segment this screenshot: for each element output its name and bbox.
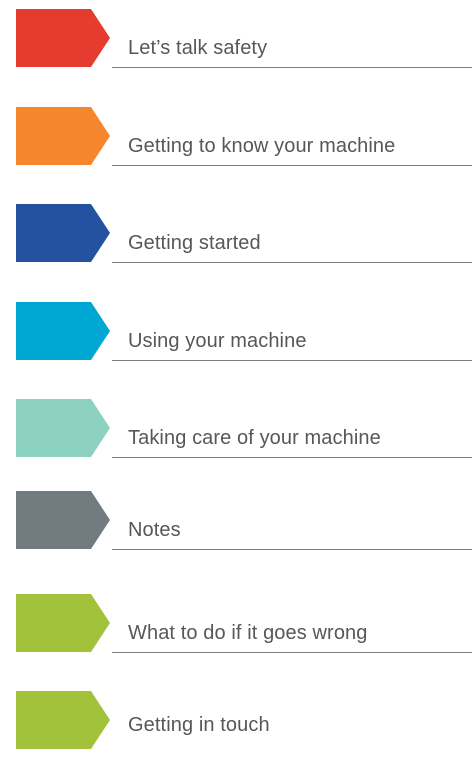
- toc-item-getting-in-touch[interactable]: Getting in touch: [0, 691, 472, 761]
- toc-item-using-your-machine[interactable]: Using your machine: [0, 302, 472, 372]
- toc-item-taking-care-of-your-machine[interactable]: Taking care of your machine: [0, 399, 472, 469]
- toc-item-label: Getting to know your machine: [128, 135, 396, 157]
- section-tab-icon: [16, 9, 110, 67]
- toc-item-label: Using your machine: [128, 330, 307, 352]
- toc-item-label: Notes: [128, 519, 181, 541]
- divider: [112, 67, 472, 68]
- section-tab-icon: [16, 491, 110, 549]
- section-tab-icon: [16, 302, 110, 360]
- toc-item-lets-talk-safety[interactable]: Let’s talk safety: [0, 9, 472, 79]
- divider: [112, 360, 472, 361]
- toc-item-what-to-do-if-it-goes-wrong[interactable]: What to do if it goes wrong: [0, 594, 472, 664]
- toc-item-label: Getting started: [128, 232, 261, 254]
- divider: [112, 262, 472, 263]
- toc-item-getting-started[interactable]: Getting started: [0, 204, 472, 274]
- section-tab-icon: [16, 399, 110, 457]
- table-of-contents: Let’s talk safety Getting to know your m…: [0, 0, 472, 749]
- divider: [112, 549, 472, 550]
- section-tab-icon: [16, 107, 110, 165]
- toc-item-notes[interactable]: Notes: [0, 491, 472, 561]
- section-tab-icon: [16, 204, 110, 262]
- divider: [112, 457, 472, 458]
- divider: [112, 652, 472, 653]
- divider: [112, 165, 472, 166]
- toc-item-label: Let’s talk safety: [128, 37, 268, 59]
- section-tab-icon: [16, 691, 110, 749]
- toc-item-getting-to-know-your-machine[interactable]: Getting to know your machine: [0, 107, 472, 177]
- toc-item-label: Getting in touch: [128, 714, 270, 736]
- toc-item-label: What to do if it goes wrong: [128, 622, 368, 644]
- toc-item-label: Taking care of your machine: [128, 427, 381, 449]
- section-tab-icon: [16, 594, 110, 652]
